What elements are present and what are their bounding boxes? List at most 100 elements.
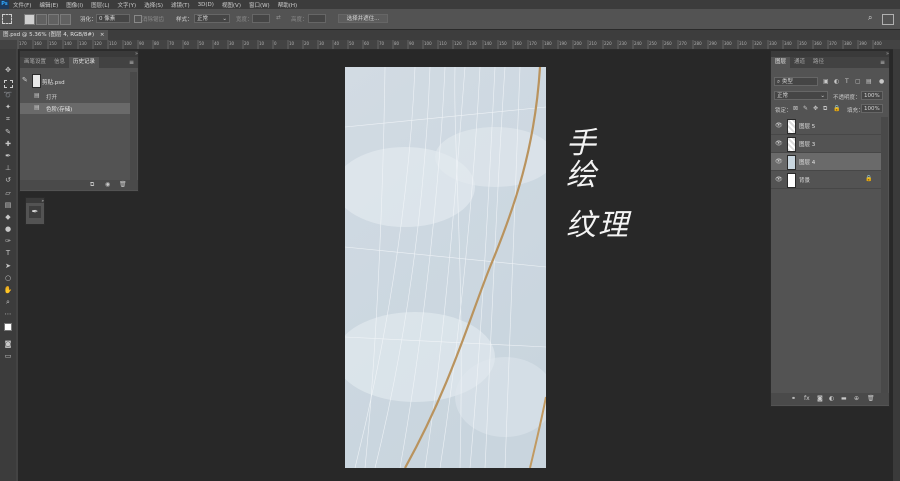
panel-collapse-icon[interactable]: » bbox=[20, 51, 138, 57]
filter-toggle-icon[interactable]: ● bbox=[879, 78, 884, 85]
workspace-icon[interactable] bbox=[882, 14, 894, 25]
layer-row[interactable]: 👁 图层 3 bbox=[771, 135, 881, 153]
filter-smart-object-icon[interactable]: ▤ bbox=[866, 78, 872, 85]
add-mask-icon[interactable]: ◙ bbox=[817, 395, 823, 402]
menu-window[interactable]: 窗口(W) bbox=[245, 1, 274, 9]
magic-wand-icon[interactable]: ✦ bbox=[3, 102, 13, 112]
close-icon[interactable]: × bbox=[100, 32, 105, 38]
marquee-tool-icon[interactable] bbox=[3, 78, 13, 88]
menu-file[interactable]: 文件(F) bbox=[9, 1, 35, 9]
menu-layer[interactable]: 图层(L) bbox=[87, 1, 113, 9]
fx-icon[interactable]: fx bbox=[804, 395, 810, 402]
healing-brush-icon[interactable]: ✚ bbox=[3, 139, 13, 149]
fill-input[interactable]: 100% bbox=[861, 104, 883, 113]
trash-icon[interactable]: 🗑 bbox=[119, 181, 127, 188]
history-brush-source-icon[interactable]: ✎ bbox=[22, 76, 28, 84]
menu-edit[interactable]: 编辑(E) bbox=[35, 1, 62, 9]
lock-all-icon[interactable]: 🔒 bbox=[833, 105, 840, 112]
ellipse-tool-icon[interactable]: ○ bbox=[3, 273, 13, 283]
opacity-input[interactable]: 100% bbox=[861, 91, 883, 100]
height-input[interactable] bbox=[308, 14, 326, 23]
lasso-tool-icon[interactable]: ➰ bbox=[3, 90, 13, 100]
search-icon[interactable]: ⌕ bbox=[868, 13, 872, 23]
lock-position-icon[interactable]: ✥ bbox=[813, 105, 818, 112]
menu-3d[interactable]: 3D(D) bbox=[194, 2, 218, 8]
menu-image[interactable]: 图像(I) bbox=[62, 1, 87, 9]
subtract-selection-icon[interactable] bbox=[48, 14, 59, 25]
type-tool-icon[interactable]: T bbox=[3, 248, 13, 258]
history-brush-icon[interactable]: ↺ bbox=[3, 175, 13, 185]
path-selection-icon[interactable]: ➤ bbox=[3, 261, 13, 271]
camera-icon[interactable]: ◉ bbox=[105, 181, 110, 188]
eye-icon[interactable]: 👁 bbox=[775, 140, 783, 147]
layer-row-selected[interactable]: 👁 图层 4 bbox=[771, 153, 881, 171]
layers-scrollbar[interactable] bbox=[881, 117, 888, 393]
layer-row[interactable]: 👁 图层 5 bbox=[771, 117, 881, 135]
eyedropper-icon[interactable]: ✎ bbox=[3, 127, 13, 137]
panel-collapse-icon[interactable]: » bbox=[771, 51, 889, 57]
eye-icon[interactable]: 👁 bbox=[775, 122, 783, 129]
more-tools-icon[interactable]: ⋯ bbox=[3, 309, 13, 319]
new-layer-icon[interactable]: ⊕ bbox=[854, 395, 859, 402]
lock-pixels-icon[interactable]: ✎ bbox=[803, 105, 808, 112]
eraser-icon[interactable]: ▱ bbox=[3, 188, 13, 198]
eye-icon[interactable]: 👁 bbox=[775, 176, 783, 183]
adjustment-layer-icon[interactable]: ◐ bbox=[829, 395, 834, 402]
tab-paths[interactable]: 路径 bbox=[809, 57, 828, 68]
panel-collapse-icon[interactable]: » bbox=[26, 198, 44, 203]
filter-adjustment-icon[interactable]: ◐ bbox=[834, 78, 839, 85]
eye-icon[interactable]: 👁 bbox=[775, 158, 783, 165]
filter-shape-icon[interactable]: ▢ bbox=[855, 78, 861, 85]
menu-select[interactable]: 选择(S) bbox=[140, 1, 167, 9]
swap-icon[interactable]: ⇄ bbox=[276, 15, 281, 21]
screen-mode-icon[interactable]: ▭ bbox=[3, 351, 13, 361]
tab-channels[interactable]: 通道 bbox=[790, 57, 809, 68]
gradient-tool-icon[interactable]: ▤ bbox=[3, 200, 13, 210]
tab-brush-settings[interactable]: 画笔设置 bbox=[20, 57, 50, 68]
width-input[interactable] bbox=[252, 14, 270, 23]
quick-mask-icon[interactable]: ◙ bbox=[3, 339, 13, 349]
menu-filter[interactable]: 滤镜(T) bbox=[167, 1, 194, 9]
history-scrollbar[interactable] bbox=[130, 72, 137, 180]
new-selection-icon[interactable] bbox=[24, 14, 35, 25]
panel-menu-icon[interactable]: ≡ bbox=[880, 59, 885, 66]
lock-transparent-icon[interactable]: ⊠ bbox=[793, 105, 798, 112]
style-select[interactable]: 正常 ⌄ bbox=[194, 14, 230, 23]
feather-input[interactable]: 0 像素 bbox=[96, 14, 130, 23]
link-layers-icon[interactable]: ⚭ bbox=[791, 395, 796, 402]
menu-view[interactable]: 视图(V) bbox=[218, 1, 245, 9]
document-tab[interactable]: 图.psd @ 5.36% (图层 4, RGB/8#) × bbox=[0, 30, 108, 40]
select-and-mask-button[interactable]: 选择并遮住... bbox=[338, 14, 388, 23]
zoom-tool-icon[interactable]: ⌕ bbox=[3, 297, 13, 307]
layer-row[interactable]: 👁 背景 🔒 bbox=[771, 171, 881, 189]
pen-tool-icon[interactable]: ✑ bbox=[3, 236, 13, 246]
crop-tool-icon[interactable]: ⌗ bbox=[3, 114, 13, 124]
blur-tool-icon[interactable]: ◆ bbox=[3, 212, 13, 222]
menu-help[interactable]: 帮助(H) bbox=[274, 1, 301, 9]
workspace-scrollbar[interactable] bbox=[893, 49, 900, 481]
brush-tool-icon[interactable]: ✒ bbox=[3, 151, 13, 161]
add-selection-icon[interactable] bbox=[36, 14, 47, 25]
intersect-selection-icon[interactable] bbox=[60, 14, 71, 25]
menu-type[interactable]: 文字(Y) bbox=[114, 1, 141, 9]
lock-artboard-icon[interactable]: ⧉ bbox=[823, 105, 827, 113]
marquee-tool-preset-icon[interactable] bbox=[2, 14, 12, 24]
foreground-color-swatch[interactable] bbox=[4, 323, 12, 331]
tab-layers[interactable]: 图层 bbox=[771, 57, 791, 68]
filter-pixel-icon[interactable]: ▣ bbox=[823, 78, 829, 85]
folder-icon[interactable]: ▬ bbox=[841, 395, 847, 402]
hand-tool-icon[interactable]: ✋ bbox=[3, 285, 13, 295]
brush-preset-icon[interactable]: ✒ bbox=[29, 206, 41, 218]
dodge-tool-icon[interactable]: ● bbox=[3, 224, 13, 234]
panel-menu-icon[interactable]: ≡ bbox=[129, 59, 134, 66]
layer-filter-select[interactable]: ⌕ 类型 bbox=[774, 77, 818, 86]
history-step-selected[interactable]: ▤ 色阶(存储) bbox=[20, 103, 130, 114]
clone-stamp-icon[interactable]: ⊥ bbox=[3, 163, 13, 173]
tab-history[interactable]: 历史记录 bbox=[69, 57, 100, 68]
tab-info[interactable]: 信息 bbox=[50, 57, 69, 68]
blend-mode-select[interactable]: 正常 ⌄ bbox=[774, 91, 828, 100]
history-snapshot[interactable]: ✎ 剪贴.psd bbox=[20, 72, 138, 89]
antialias-checkbox[interactable] bbox=[134, 15, 142, 23]
move-tool-icon[interactable]: ✥ bbox=[3, 65, 13, 75]
filter-type-icon[interactable]: T bbox=[845, 78, 849, 85]
